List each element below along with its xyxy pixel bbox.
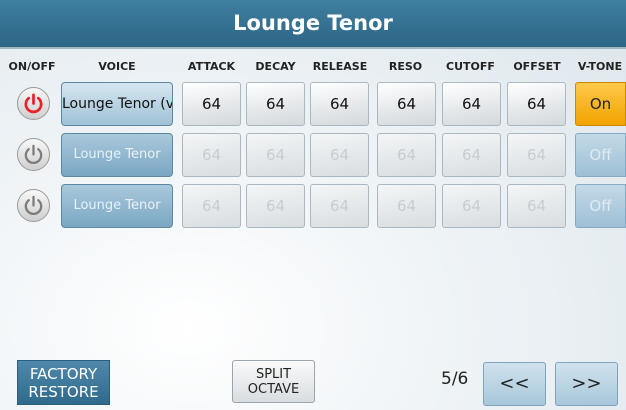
header-attack: ATTACK [187, 60, 236, 73]
decay-value-3[interactable]: 64 [246, 184, 305, 228]
reso-value-1[interactable]: 64 [377, 82, 436, 126]
release-value-1[interactable]: 64 [310, 82, 369, 126]
page-title: Lounge Tenor [0, 0, 626, 49]
offset-value-3[interactable]: 64 [507, 184, 566, 228]
voice-button-1[interactable]: Lounge Tenor (v) [61, 82, 173, 126]
reso-value-2[interactable]: 64 [377, 133, 436, 177]
release-value-2[interactable]: 64 [310, 133, 369, 177]
attack-value-3[interactable]: 64 [182, 184, 241, 228]
voice-button-3[interactable]: Lounge Tenor [61, 184, 173, 228]
split-octave-label-1: SPLIT [255, 367, 292, 382]
attack-value-2[interactable]: 64 [182, 133, 241, 177]
decay-value-1[interactable]: 64 [246, 82, 305, 126]
power-icon [24, 144, 43, 164]
header-release: RELEASE [312, 60, 368, 73]
power-icon [24, 195, 43, 215]
offset-value-2[interactable]: 64 [507, 133, 566, 177]
header-cutoff: CUTOFF [446, 60, 495, 73]
header-voice: VOICE [98, 60, 136, 73]
header-vtone: V-TONE [577, 60, 623, 73]
vtone-toggle-2[interactable]: Off [575, 133, 626, 177]
factory-restore-button[interactable]: FACTORY RESTORE [17, 360, 110, 405]
header-reso: RESO [388, 60, 423, 73]
split-octave-button[interactable]: SPLIT OCTAVE [232, 360, 315, 403]
header-decay: DECAY [255, 60, 296, 73]
header-onoff: ON/OFF [8, 60, 56, 73]
power-toggle-3[interactable] [17, 189, 50, 222]
split-octave-label-2: OCTAVE [247, 382, 300, 397]
header-offset: OFFSET [513, 60, 561, 73]
cutoff-value-3[interactable]: 64 [442, 184, 501, 228]
factory-restore-label-1: FACTORY [29, 365, 98, 383]
power-toggle-1[interactable] [17, 87, 50, 120]
vtone-toggle-3[interactable]: Off [575, 184, 626, 228]
cutoff-value-2[interactable]: 64 [442, 133, 501, 177]
vtone-toggle-1[interactable]: On [575, 82, 626, 126]
next-page-button[interactable]: >> [555, 362, 618, 406]
factory-restore-label-2: RESTORE [28, 383, 99, 401]
attack-value-1[interactable]: 64 [182, 82, 241, 126]
cutoff-value-1[interactable]: 64 [442, 82, 501, 126]
voice-button-2[interactable]: Lounge Tenor [61, 133, 173, 177]
power-toggle-2[interactable] [17, 138, 50, 171]
decay-value-2[interactable]: 64 [246, 133, 305, 177]
offset-value-1[interactable]: 64 [507, 82, 566, 126]
reso-value-3[interactable]: 64 [377, 184, 436, 228]
power-icon [24, 93, 43, 114]
prev-page-button[interactable]: << [483, 362, 546, 406]
page-indicator: 5/6 [441, 369, 469, 389]
release-value-3[interactable]: 64 [310, 184, 369, 228]
